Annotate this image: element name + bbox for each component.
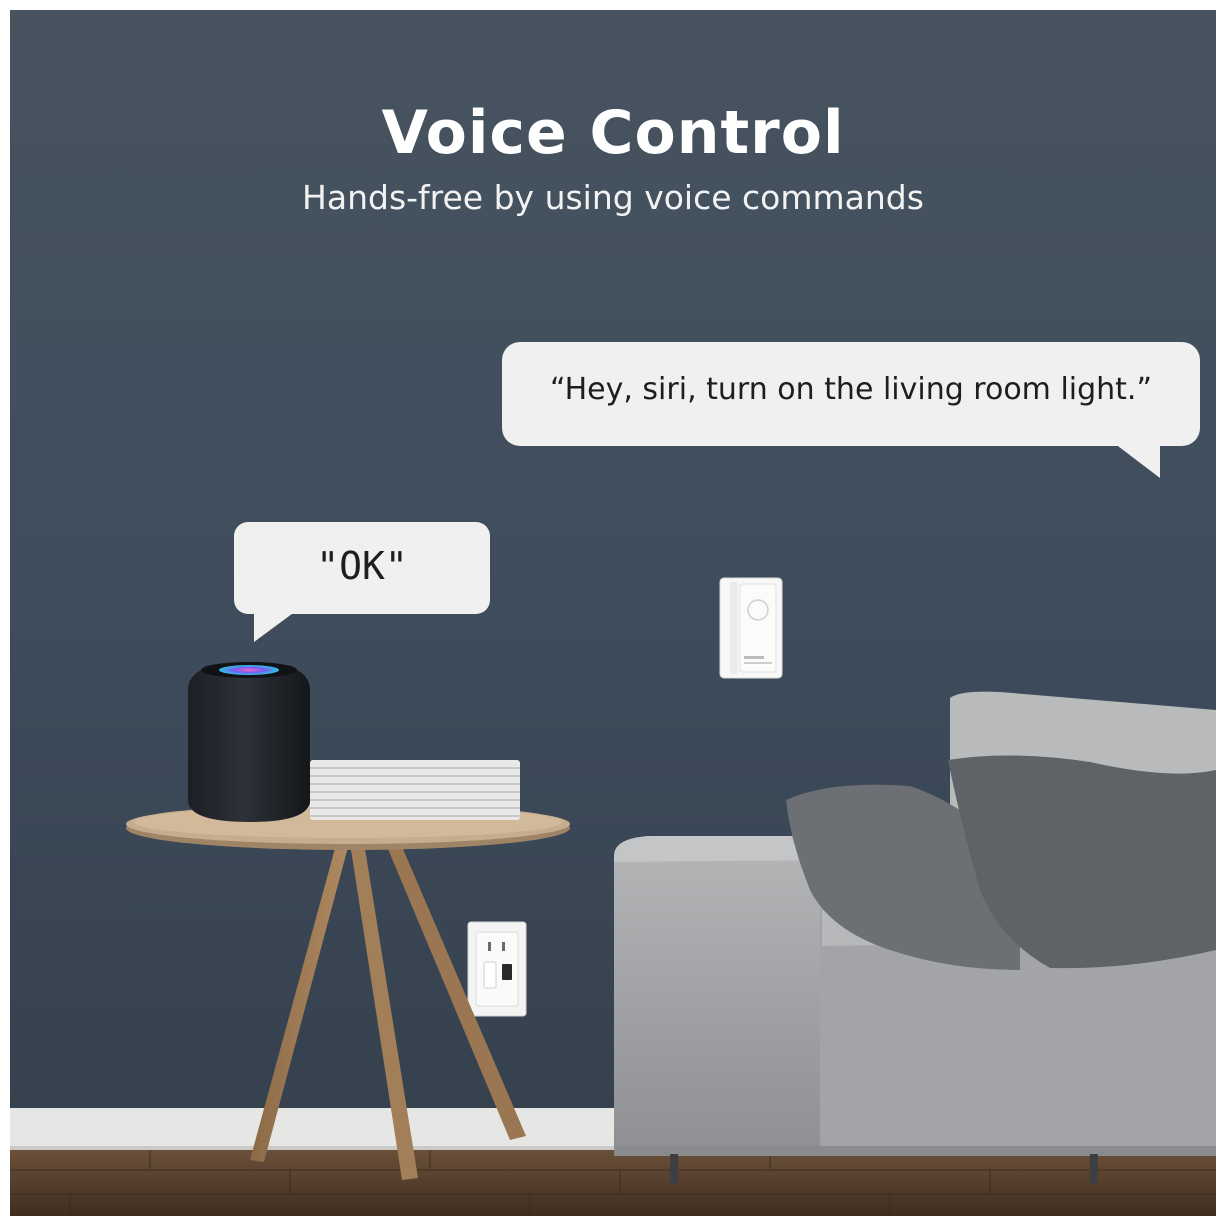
- headline-title: Voice Control: [381, 98, 845, 168]
- living-room-scene: Voice Control Hands-free by using voice …: [10, 10, 1216, 1216]
- smart-speaker: [188, 662, 310, 822]
- wall-outlet: [467, 921, 527, 1017]
- smart-wall-switch: [719, 577, 783, 679]
- headline-subtitle: Hands-free by using voice commands: [302, 178, 924, 217]
- magazine-stack: [310, 760, 520, 820]
- user-command-text: “Hey, siri, turn on the living room ligh…: [549, 372, 1153, 407]
- wood-floor: [10, 1150, 1216, 1216]
- speaker-reply-text: "OK": [316, 544, 408, 588]
